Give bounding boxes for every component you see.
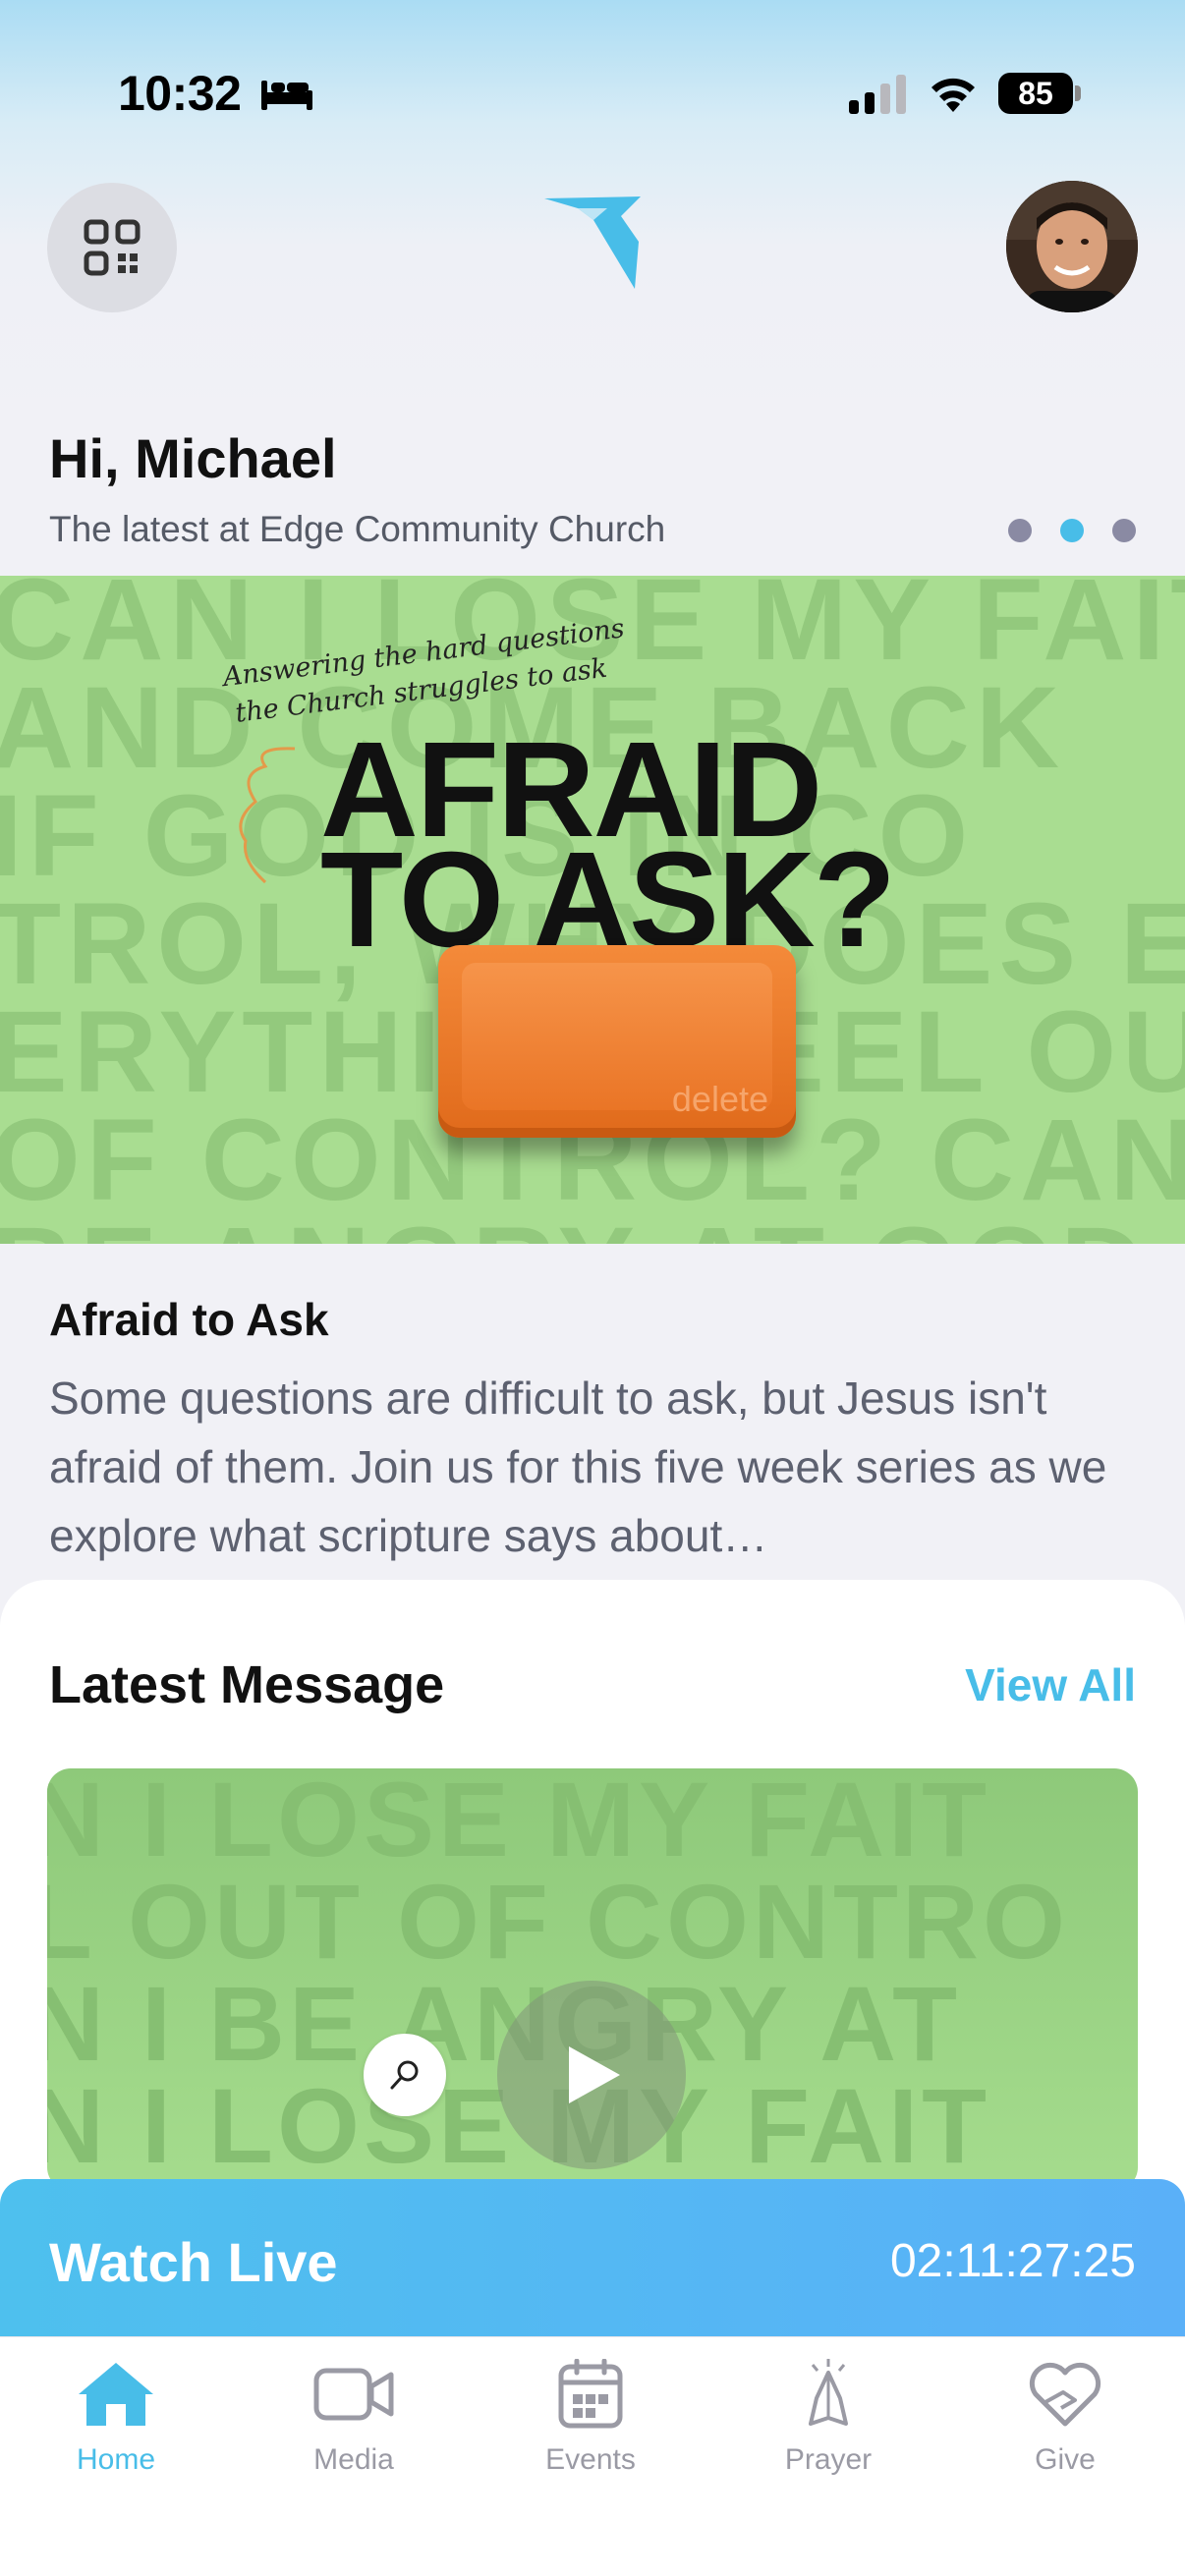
greeting-title: Hi, Michael [49,427,337,489]
home-icon [79,2363,153,2426]
church-logo-icon [544,196,641,289]
battery-level: 85 [1018,75,1053,111]
featured-series-banner[interactable]: CAN I LOSE MY FAITH AND COME BACK IF GOD… [0,576,1185,1244]
carousel-dot-1[interactable] [1008,519,1032,542]
feature-title: Afraid to Ask [49,1294,329,1345]
feature-description: Some questions are difficult to ask, but… [49,1372,1107,1561]
tab-media[interactable]: Media [255,2359,452,2487]
tab-home[interactable]: Home [18,2359,214,2487]
battery-cap [1075,85,1081,101]
tab-prayer-label: Prayer [784,2443,873,2476]
tab-give[interactable]: Give [967,2359,1163,2487]
praying-hands-icon [809,2359,848,2426]
watch-live-label: Watch Live [49,2231,338,2293]
zoom-button[interactable] [364,2034,446,2116]
qr-code-button[interactable] [47,183,177,312]
play-icon [569,2046,620,2103]
tab-home-label: Home [76,2443,156,2476]
tab-events[interactable]: Events [492,2359,689,2487]
qr-code-icon [84,219,141,276]
play-button[interactable] [497,1981,686,2169]
status-bar: 10:32 85 [0,0,1185,187]
view-all-link[interactable]: View All [965,1658,1136,1711]
tab-events-label: Events [545,2443,636,2476]
squiggle-arrow-icon [239,747,296,884]
profile-avatar[interactable] [1006,181,1138,312]
tab-prayer[interactable]: Prayer [730,2359,927,2487]
battery-indicator: 85 [998,73,1073,114]
banner-title: AFRAID TO ASK? [320,714,896,976]
heart-hand-icon [1029,2362,1101,2427]
video-camera-icon [313,2368,394,2421]
tab-media-label: Media [313,2443,394,2476]
carousel-pagination [1008,519,1136,542]
calendar-icon [558,2359,623,2429]
delete-key-graphic: delete [438,945,796,1138]
greeting-subtitle: The latest at Edge Community Church [49,509,666,549]
live-countdown: 02:11:27:25 [889,2235,1136,2287]
carousel-dot-2[interactable] [1060,519,1084,542]
latest-message-title: Latest Message [49,1655,445,1714]
bed-icon [261,81,312,110]
avatar-photo [1006,181,1138,312]
carousel-dot-3[interactable] [1112,519,1136,542]
cellular-signal-icon [849,75,906,114]
delete-key-label: delete [671,1079,768,1119]
wifi-icon [931,78,975,112]
watch-live-bar[interactable]: Watch Live 02:11:27:25 [0,2179,1185,2336]
tab-give-label: Give [1035,2443,1096,2476]
magnifier-icon [390,2060,419,2090]
status-time: 10:32 [118,66,242,121]
bottom-tab-bar: Home Media Events Prayer Give [0,2336,1185,2576]
